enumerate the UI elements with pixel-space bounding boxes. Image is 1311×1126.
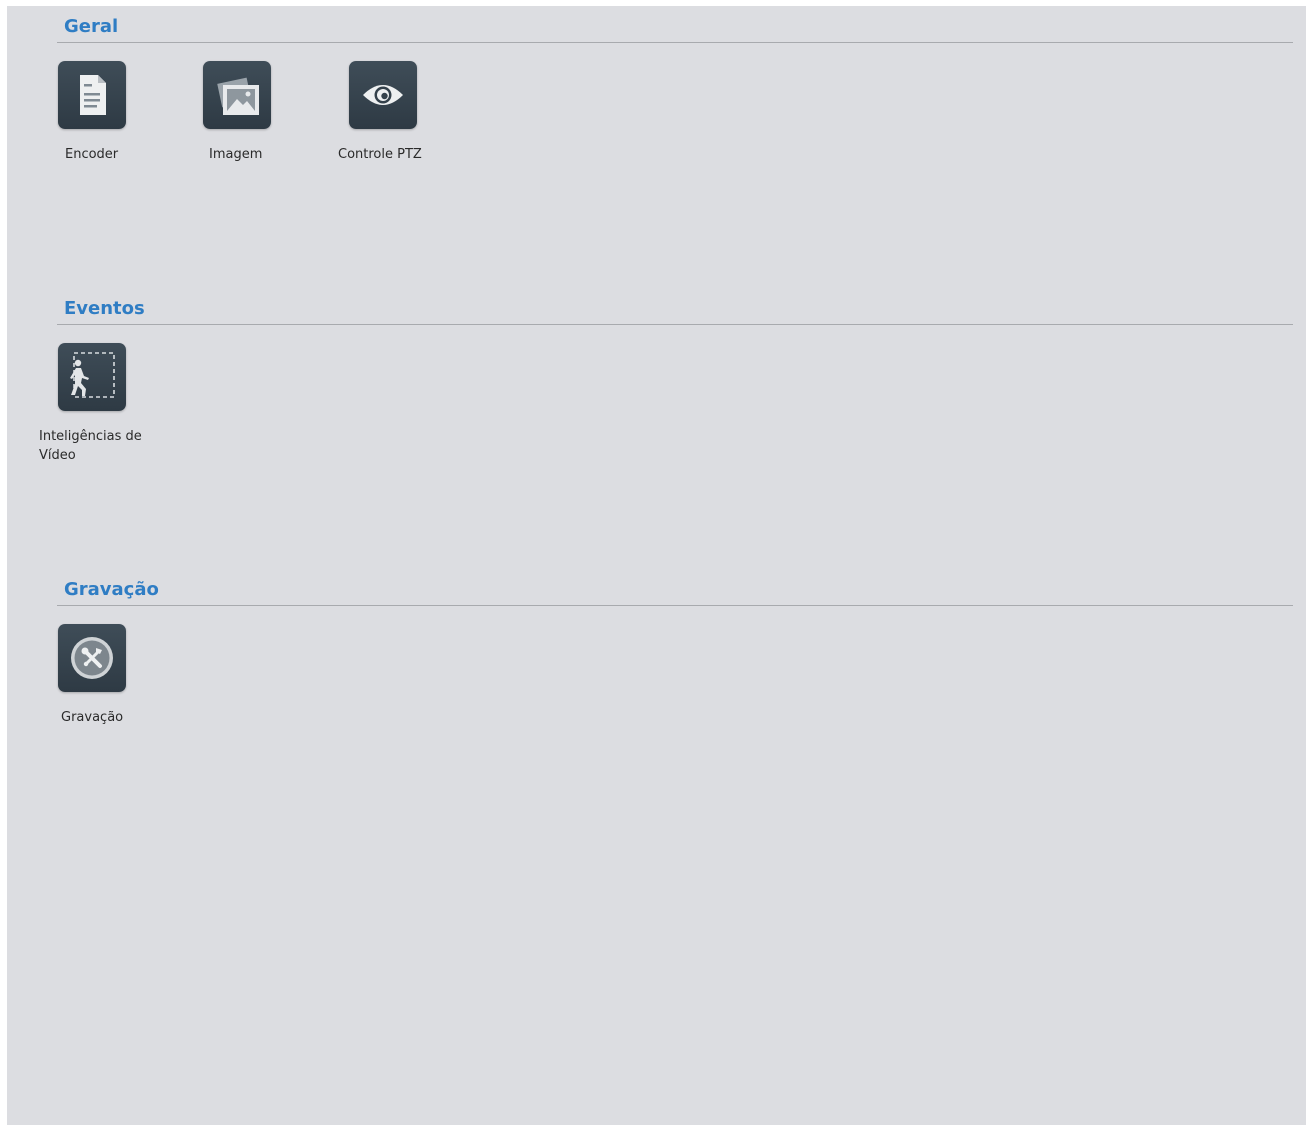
tools-icon	[58, 624, 126, 692]
settings-panel: Geral Encoder Imagem Controle PTZ Evento…	[7, 6, 1306, 1125]
section-eventos: Eventos Inteligências de Vídeo	[39, 294, 1293, 475]
section-items: Inteligências de Vídeo	[39, 325, 1293, 475]
document-icon	[58, 61, 126, 129]
imagem-label: Imagem	[209, 147, 263, 162]
section-title: Gravação	[57, 575, 1293, 606]
section-gravacao: Gravação Gravação	[57, 575, 1293, 756]
encoder-label: Encoder	[65, 147, 119, 162]
eye-icon	[349, 61, 417, 129]
section-items: Gravação	[57, 606, 1293, 756]
gravacao-label: Gravação	[61, 710, 124, 725]
image-icon	[203, 61, 271, 129]
section-title: Geral	[57, 12, 1293, 43]
section-title: Eventos	[57, 294, 1293, 325]
section-geral: Geral Encoder Imagem Controle PTZ	[57, 12, 1293, 193]
section-items: Encoder Imagem Controle PTZ	[57, 43, 1293, 193]
controle-ptz-label: Controle PTZ	[338, 147, 422, 162]
inteligencias-video-label: Inteligências de Vídeo	[39, 429, 142, 463]
walking-person-icon	[58, 343, 126, 411]
